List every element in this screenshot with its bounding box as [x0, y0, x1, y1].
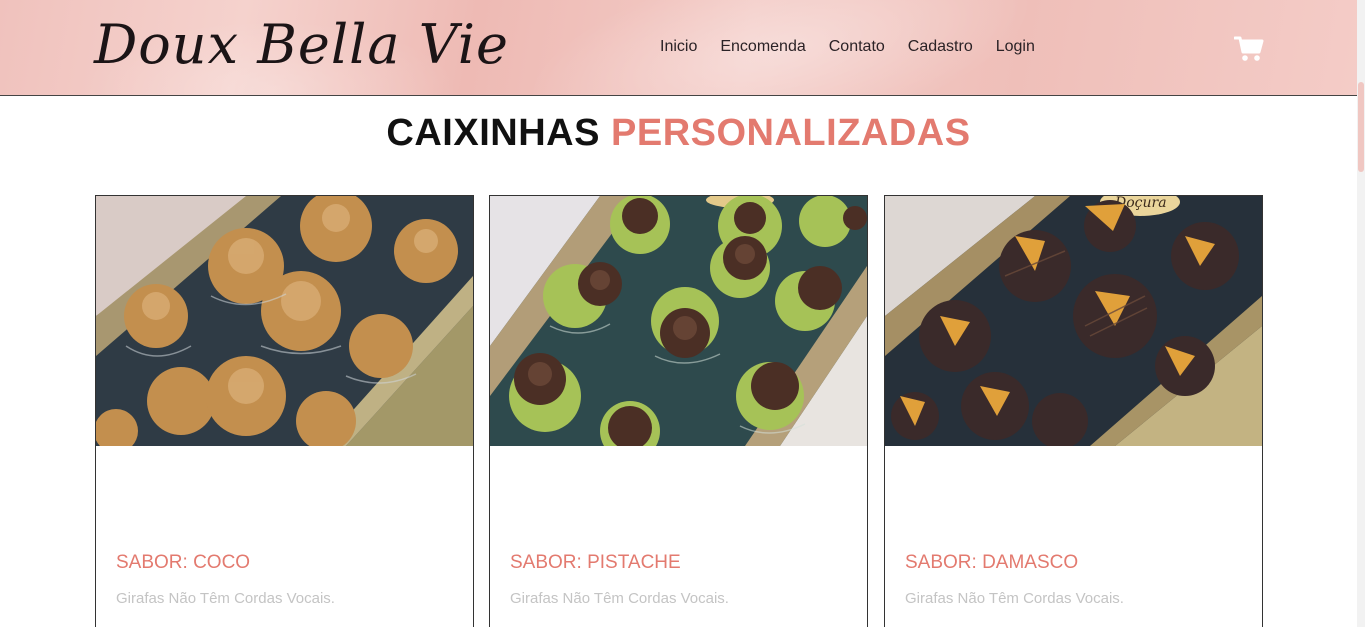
section-title-part2: PERSONALIZADAS [611, 112, 971, 154]
product-card[interactable]: SABOR: PISTACHE Girafas Não Têm Cordas V… [489, 195, 868, 627]
nav-link-cadastro[interactable]: Cadastro [908, 38, 973, 56]
coconut-truffles-image[interactable] [96, 196, 473, 446]
nav-link-contato[interactable]: Contato [829, 38, 885, 56]
nav-link-inicio[interactable]: Inicio [660, 38, 697, 56]
product-card[interactable]: Doçura SABOR: DAMASCO Girafas Não Têm Co… [884, 195, 1263, 627]
shopping-cart-icon[interactable] [1233, 35, 1264, 63]
scrollbar-thumb[interactable] [1358, 82, 1364, 172]
nav-link-encomenda[interactable]: Encomenda [720, 38, 805, 56]
main-nav: Inicio Encomenda Contato Cadastro Login [660, 38, 1058, 56]
section-title: CAIXINHAS PERSONALIZADAS [0, 112, 1357, 155]
nav-link-login[interactable]: Login [996, 38, 1035, 56]
brand-logo[interactable]: Doux Bella Vie [94, 10, 509, 80]
apricot-truffles-image[interactable]: Doçura [885, 196, 1262, 446]
product-card[interactable]: SABOR: COCO Girafas Não Têm Cordas Vocai… [95, 195, 474, 627]
page-scrollbar[interactable] [1357, 0, 1365, 627]
product-flavor: SABOR: DAMASCO [905, 552, 1079, 573]
product-flavor: SABOR: COCO [116, 552, 251, 573]
section-title-part1: CAIXINHAS [386, 112, 600, 154]
site-header: Doux Bella Vie Inicio Encomenda Contato … [0, 0, 1357, 96]
pistachio-truffles-image[interactable] [490, 196, 867, 446]
product-flavor: SABOR: PISTACHE [510, 552, 681, 573]
product-description: Girafas Não Têm Cordas Vocais. [510, 590, 729, 607]
product-description: Girafas Não Têm Cordas Vocais. [905, 590, 1124, 607]
product-description: Girafas Não Têm Cordas Vocais. [116, 590, 335, 607]
